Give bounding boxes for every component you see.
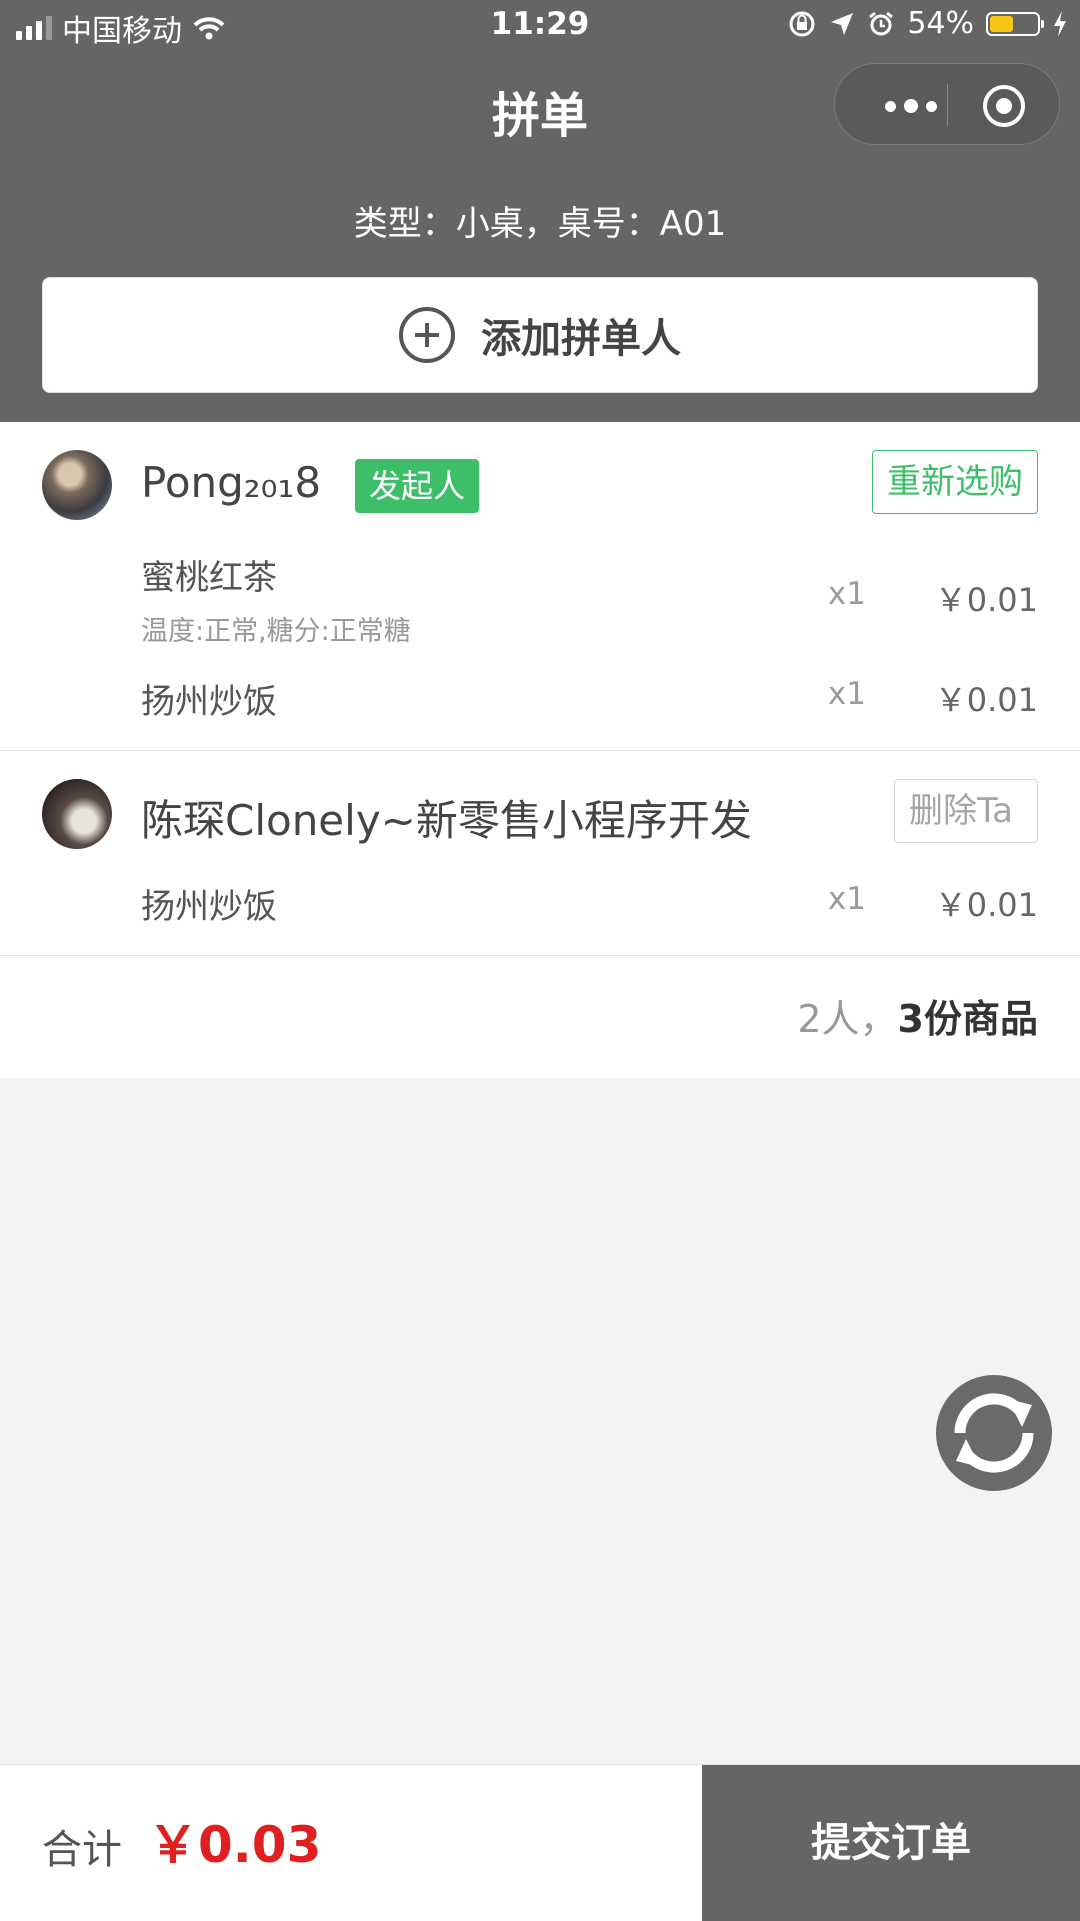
more-icon[interactable] — [871, 86, 951, 126]
item-price: ￥0.01 — [934, 886, 1038, 924]
summary-people: 2人， — [797, 997, 898, 1041]
add-participant-button[interactable]: 添加拼单人 — [42, 277, 1038, 393]
alarm-icon — [869, 11, 894, 35]
item-options: 温度:正常,糖分:正常糖 — [141, 616, 411, 647]
mini-program-capsule — [834, 63, 1060, 145]
status-bar: 中国移动 11:29 54% — [0, 0, 1080, 54]
item-qty: x1 — [827, 576, 866, 612]
item-price: ￥0.01 — [934, 681, 1038, 719]
order-item: 扬州炒饭 x1 ￥0.01 — [141, 879, 1038, 928]
battery-percent: 54% — [907, 6, 974, 41]
participant-name: Pong₂₀₁8 — [141, 458, 322, 507]
location-icon — [831, 12, 854, 35]
status-right: 54% — [787, 6, 1068, 41]
initiator-badge: 发起人 — [355, 459, 480, 513]
orientation-lock-icon — [789, 11, 815, 36]
participant-name: 陈琛Clonely~新零售小程序开发 — [141, 796, 752, 845]
summary-text: 2人，3份商品 — [797, 988, 1038, 1043]
order-summary: 2人，3份商品 — [0, 956, 1080, 1078]
item-name: 扬州炒饭 — [141, 887, 277, 927]
avatar — [42, 779, 112, 849]
checkout-bar: 合计 ￥0.03 提交订单 — [0, 1764, 1080, 1921]
participant-card: 陈琛Clonely~新零售小程序开发 删除Ta 扬州炒饭 x1 ￥0.01 — [0, 751, 1080, 956]
item-name: 扬州炒饭 — [141, 682, 277, 722]
reselect-button[interactable]: 重新选购 — [872, 450, 1038, 514]
total-label: 合计 — [42, 1827, 122, 1873]
plus-circle-icon — [399, 307, 455, 363]
summary-goods: 3份商品 — [897, 997, 1038, 1041]
order-list: Pong₂₀₁8 发起人 重新选购 蜜桃红茶 温度:正常,糖分:正常糖 x1 ￥… — [0, 422, 1080, 1078]
order-item: 蜜桃红茶 温度:正常,糖分:正常糖 x1 ￥0.01 — [141, 550, 1038, 648]
item-qty: x1 — [827, 676, 866, 712]
add-participant-label: 添加拼单人 — [481, 316, 681, 362]
charging-icon — [1054, 10, 1066, 37]
item-qty: x1 — [827, 881, 866, 917]
header: 中国移动 11:29 54% 拼单 类型：小桌，桌号：A01 添加拼单人 — [0, 0, 1080, 422]
submit-order-button[interactable]: 提交订单 — [702, 1765, 1080, 1921]
participant-card: Pong₂₀₁8 发起人 重新选购 蜜桃红茶 温度:正常,糖分:正常糖 x1 ￥… — [0, 422, 1080, 751]
item-name: 蜜桃红茶 — [141, 558, 277, 598]
capsule-divider — [947, 84, 948, 126]
battery-icon — [986, 11, 1044, 36]
refresh-icon — [954, 1393, 1034, 1473]
avatar — [42, 450, 112, 520]
table-info: 类型：小桌，桌号：A01 — [353, 204, 727, 244]
target-icon[interactable] — [983, 85, 1025, 127]
item-price: ￥0.01 — [934, 581, 1038, 619]
remove-participant-button[interactable]: 删除Ta — [894, 779, 1038, 843]
refresh-button[interactable] — [936, 1375, 1052, 1491]
order-item: 扬州炒饭 x1 ￥0.01 — [141, 674, 1038, 723]
total-amount: ￥0.03 — [148, 1816, 322, 1874]
